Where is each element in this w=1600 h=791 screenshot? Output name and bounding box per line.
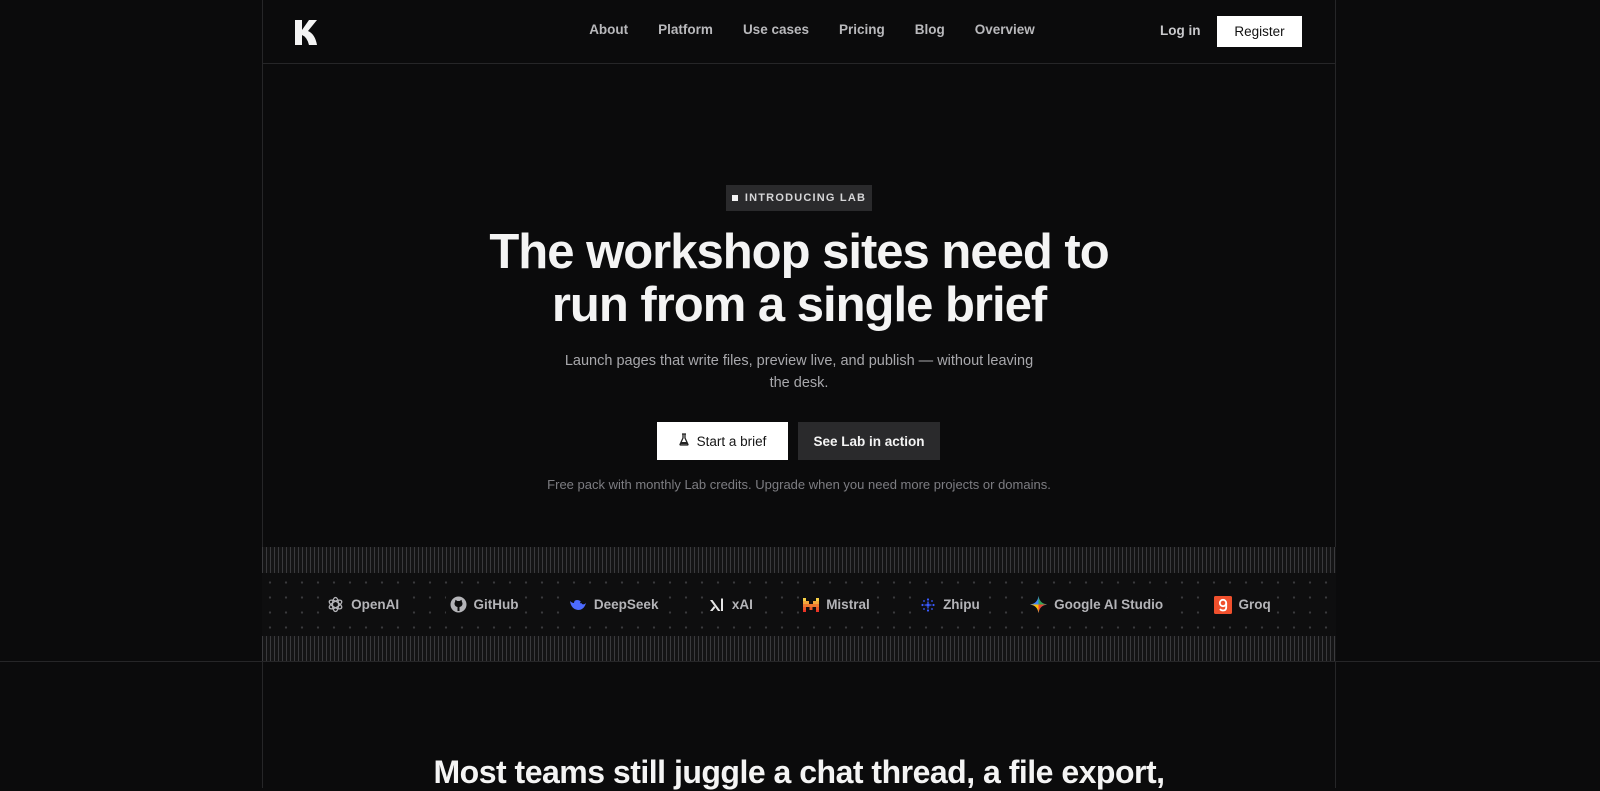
register-button[interactable]: Register bbox=[1217, 16, 1302, 47]
flask-icon bbox=[678, 433, 689, 449]
nav-link-platform[interactable]: Platform bbox=[658, 22, 713, 37]
nav-link-use-cases[interactable]: Use cases bbox=[743, 22, 809, 37]
logo-google-ai-studio-label: Google AI Studio bbox=[1054, 597, 1164, 612]
github-icon bbox=[450, 596, 467, 613]
logo-zhipu: Zhipu bbox=[916, 594, 984, 615]
badge-square-icon bbox=[731, 195, 738, 201]
logo-openai: OpenAI bbox=[323, 594, 404, 615]
introducing-badge: INTRODUCING LAB bbox=[726, 185, 872, 211]
provider-logo-strip: OpenAI GitHub DeepSeek xAI Mistral Zhipu… bbox=[262, 573, 1336, 636]
logo-mistral: Mistral bbox=[799, 595, 874, 614]
logo-google-ai-studio: Google AI Studio bbox=[1026, 594, 1168, 615]
logo-deepseek: DeepSeek bbox=[564, 595, 663, 614]
login-link[interactable]: Log in bbox=[1160, 23, 1201, 38]
section2-headline: Most teams still juggle a chat thread, a… bbox=[433, 754, 1165, 790]
logo-mistral-label: Mistral bbox=[826, 597, 870, 612]
hero-headline-line2: run from a single brief bbox=[551, 278, 1047, 332]
openai-icon bbox=[327, 596, 344, 613]
google-ai-studio-icon bbox=[1030, 596, 1048, 613]
logo-groq-label: Groq bbox=[1238, 597, 1271, 612]
start-brief-button[interactable]: Start a brief bbox=[657, 422, 788, 460]
logo-groq: Groq bbox=[1209, 593, 1275, 616]
nav-link-blog[interactable]: Blog bbox=[915, 22, 945, 37]
stripe-divider-top bbox=[262, 547, 1336, 573]
page-frame bbox=[262, 0, 1336, 788]
nav-link-overview[interactable]: Overview bbox=[975, 22, 1035, 37]
logo-xai: xAI bbox=[704, 594, 757, 615]
mistral-icon bbox=[803, 597, 820, 612]
logo-openai-label: OpenAI bbox=[351, 597, 400, 612]
groq-icon bbox=[1213, 595, 1232, 614]
stripe-divider-bottom bbox=[262, 636, 1336, 662]
see-lab-button[interactable]: See Lab in action bbox=[798, 422, 940, 460]
hero-headline: The workshop sites need to run from a si… bbox=[262, 226, 1336, 332]
deepseek-icon bbox=[569, 597, 587, 612]
hero-headline-line1: The workshop sites need to bbox=[489, 225, 1109, 279]
logo-xai-label: xAI bbox=[731, 597, 753, 612]
start-brief-label: Start a brief bbox=[696, 433, 767, 449]
badge-label: INTRODUCING LAB bbox=[744, 192, 867, 204]
nav-link-pricing[interactable]: Pricing bbox=[839, 22, 885, 37]
hero-subhead: Launch pages that write files, preview l… bbox=[564, 353, 1034, 391]
xai-icon bbox=[709, 597, 725, 613]
section-divider bbox=[0, 661, 1600, 662]
pricing-note: Free pack with monthly Lab credits. Upgr… bbox=[547, 477, 1051, 492]
logo-zhipu-label: Zhipu bbox=[943, 597, 980, 612]
logo-github-label: GitHub bbox=[473, 597, 519, 612]
logo-github: GitHub bbox=[445, 594, 523, 615]
top-nav: About Platform Use cases Pricing Blog Ov… bbox=[262, 0, 1336, 64]
logo-deepseek-label: DeepSeek bbox=[593, 597, 659, 612]
zhipu-icon bbox=[920, 597, 936, 613]
nav-link-about[interactable]: About bbox=[589, 22, 628, 37]
